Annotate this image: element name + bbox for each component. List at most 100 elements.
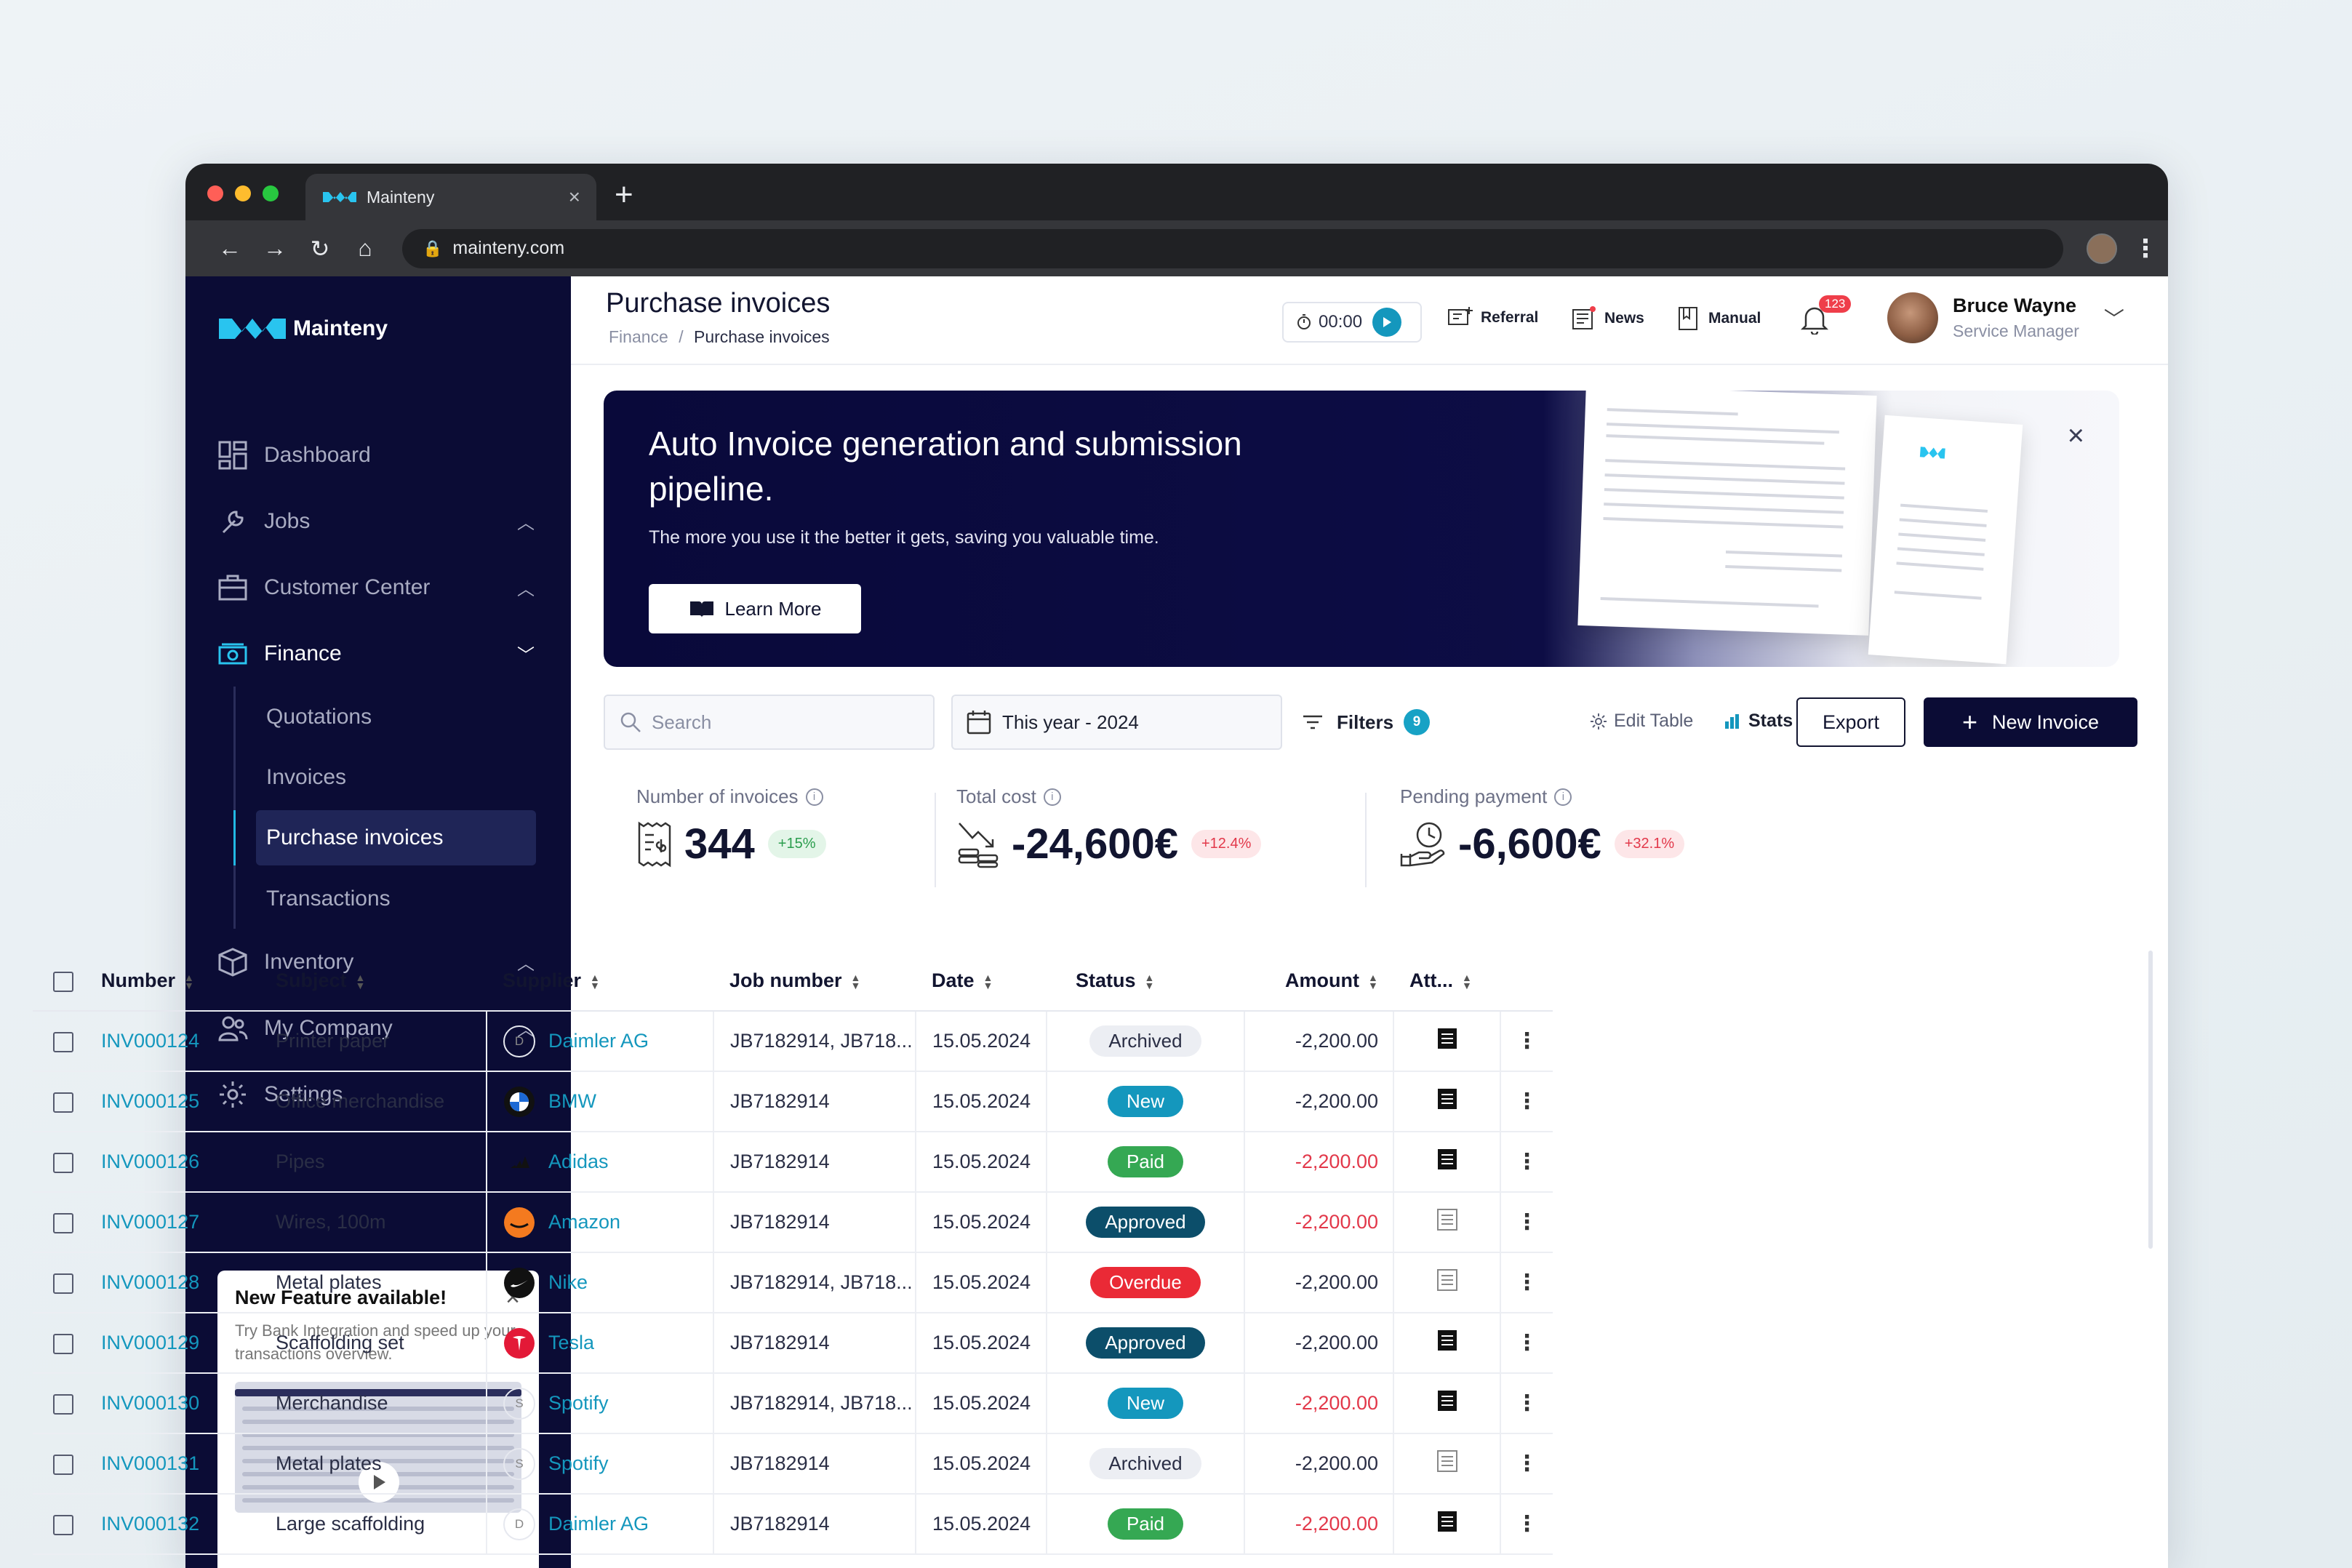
select-all-checkbox[interactable] (53, 971, 73, 992)
sidebar-item-invoices[interactable]: Invoices (236, 747, 571, 807)
row-checkbox[interactable] (53, 1152, 73, 1173)
minimize-window-button[interactable] (235, 185, 251, 201)
column-header-supplier[interactable]: Supplier ▲ ▼ (487, 951, 713, 1012)
info-icon[interactable]: i (805, 788, 823, 806)
maximize-window-button[interactable] (263, 185, 279, 201)
row-checkbox[interactable] (53, 1212, 73, 1233)
sidebar-item-transactions[interactable]: Transactions (236, 868, 571, 929)
play-timer-button[interactable] (1372, 308, 1402, 337)
new-tab-button[interactable]: + (615, 177, 633, 213)
document-icon[interactable] (1436, 1330, 1458, 1356)
column-header-number[interactable]: Number ▲ ▼ (85, 951, 260, 1012)
supplier-link[interactable]: Daimler AG (548, 1030, 649, 1052)
supplier-link[interactable]: Adidas (548, 1151, 609, 1173)
export-button[interactable]: Export (1796, 697, 1905, 747)
sidebar-item-dashboard[interactable]: Dashboard (185, 422, 571, 488)
manual-link[interactable]: Manual (1676, 305, 1761, 332)
info-icon[interactable]: i (1554, 788, 1572, 806)
document-icon[interactable] (1436, 1450, 1458, 1477)
brand-logo[interactable]: Mainteny (217, 314, 388, 343)
table-row[interactable]: INV000129 Scaffolding set Tesla JB7182914 15… (33, 1313, 1553, 1374)
invoice-number-link[interactable]: INV000126 (85, 1132, 260, 1193)
invoice-number-link[interactable]: INV000125 (85, 1071, 260, 1132)
user-menu[interactable]: Bruce Wayne Service Manager ﹀ (1887, 292, 2124, 343)
table-row[interactable]: INV000132 Large scaffolding D Daimler AG JB7… (33, 1494, 1553, 1555)
breadcrumb-finance[interactable]: Finance (609, 327, 668, 346)
table-row[interactable]: INV000131 Metal plates S Spotify JB7182914 15… (33, 1433, 1553, 1495)
row-checkbox[interactable] (53, 1273, 73, 1294)
column-header-date[interactable]: Date ▲ ▼ (916, 951, 1047, 1012)
chevron-up-icon[interactable]: ︿ (517, 575, 535, 600)
row-checkbox[interactable] (53, 1514, 73, 1535)
edit-table-button[interactable]: Edit Table (1589, 711, 1693, 732)
sidebar-item-purchase-invoices[interactable]: Purchase invoices (233, 810, 536, 865)
row-checkbox[interactable] (53, 1092, 73, 1113)
supplier-link[interactable]: Spotify (548, 1452, 609, 1475)
sort-icon[interactable]: ▲ ▼ (983, 972, 993, 991)
browser-tab[interactable]: Mainteny × (305, 174, 596, 220)
search-input[interactable]: Search (604, 695, 935, 750)
reload-icon[interactable]: ↻ (297, 235, 343, 263)
document-icon[interactable] (1436, 1391, 1458, 1417)
sort-icon[interactable]: ▲ ▼ (590, 972, 600, 991)
more-options-icon[interactable]: ⋮ (1516, 1029, 1538, 1053)
referral-link[interactable]: Referral (1447, 305, 1538, 330)
table-row[interactable]: INV000124 Printer paper D Daimler AG JB71829… (33, 1011, 1553, 1072)
table-row[interactable]: INV000130 Merchandise S Spotify JB7182914, J… (33, 1373, 1553, 1434)
document-icon[interactable] (1436, 1209, 1458, 1236)
filters-button[interactable]: Filters 9 (1302, 709, 1431, 735)
back-icon[interactable]: ← (207, 235, 252, 262)
new-invoice-button[interactable]: + New Invoice (1924, 697, 2137, 747)
browser-menu-icon[interactable]: ⋮ (2133, 234, 2158, 263)
home-icon[interactable]: ⌂ (343, 235, 388, 262)
document-icon[interactable] (1436, 1269, 1458, 1296)
table-scrollbar[interactable] (2148, 951, 2153, 1249)
sort-icon[interactable]: ▲ ▼ (184, 972, 194, 991)
address-bar[interactable]: 🔒 mainteny.com (402, 228, 2063, 268)
sort-icon[interactable]: ▲ ▼ (356, 972, 366, 991)
document-icon[interactable] (1436, 1511, 1458, 1537)
browser-profile-avatar[interactable] (2087, 233, 2117, 264)
supplier-link[interactable]: Amazon (548, 1211, 620, 1233)
invoice-number-link[interactable]: INV000127 (85, 1192, 260, 1253)
table-row[interactable]: INV000125 Office merchandise BMW JB7182914 1… (33, 1071, 1553, 1132)
learn-more-button[interactable]: Learn More (649, 584, 861, 633)
document-icon[interactable] (1436, 1149, 1458, 1175)
sidebar-item-jobs[interactable]: Jobs ︿ (185, 488, 571, 554)
supplier-link[interactable]: BMW (548, 1090, 596, 1113)
invoice-number-link[interactable]: INV000129 (85, 1313, 260, 1374)
chevron-up-icon[interactable]: ︿ (517, 508, 535, 534)
invoice-number-link[interactable]: INV000131 (85, 1433, 260, 1495)
sort-icon[interactable]: ▲ ▼ (1368, 972, 1378, 991)
forward-icon[interactable]: → (252, 235, 297, 262)
chevron-down-icon[interactable]: ﹀ (2104, 303, 2124, 332)
invoice-number-link[interactable]: INV000128 (85, 1252, 260, 1313)
supplier-link[interactable]: Daimler AG (548, 1513, 649, 1535)
more-options-icon[interactable]: ⋮ (1516, 1150, 1538, 1174)
sidebar-item-quotations[interactable]: Quotations (236, 687, 571, 747)
chevron-down-icon[interactable]: ﹀ (517, 641, 535, 666)
document-icon[interactable] (1436, 1089, 1458, 1115)
more-options-icon[interactable]: ⋮ (1516, 1089, 1538, 1113)
table-row[interactable]: INV000127 Wires, 100m Amazon JB7182914 15.05… (33, 1192, 1553, 1253)
sort-icon[interactable]: ▲ ▼ (851, 972, 861, 991)
time-tracker[interactable]: 00:00 (1282, 302, 1422, 343)
table-row[interactable]: INV000126 Pipes Adidas JB7182914 15.05.2024 P… (33, 1132, 1553, 1193)
notifications-button[interactable]: 123 (1800, 295, 1852, 338)
column-header-subject[interactable]: Subject ▲ ▼ (260, 951, 487, 1012)
table-row[interactable]: INV000128 Metal plates Nike JB7182914, JB71… (33, 1252, 1553, 1313)
supplier-link[interactable]: Tesla (548, 1332, 594, 1354)
more-options-icon[interactable]: ⋮ (1516, 1452, 1538, 1476)
more-options-icon[interactable]: ⋮ (1516, 1210, 1538, 1234)
supplier-link[interactable]: Spotify (548, 1392, 609, 1415)
more-options-icon[interactable]: ⋮ (1516, 1512, 1538, 1536)
stats-button[interactable]: Stats (1724, 711, 1793, 732)
row-checkbox[interactable] (53, 1454, 73, 1475)
info-icon[interactable]: i (1043, 788, 1061, 806)
column-header-amount[interactable]: Amount ▲ ▼ (1244, 951, 1393, 1012)
supplier-link[interactable]: Nike (548, 1271, 588, 1294)
document-icon[interactable] (1436, 1028, 1458, 1055)
column-header-job-number[interactable]: Job number ▲ ▼ (713, 951, 916, 1012)
sort-icon[interactable]: ▲ ▼ (1462, 972, 1472, 991)
more-options-icon[interactable]: ⋮ (1516, 1271, 1538, 1295)
